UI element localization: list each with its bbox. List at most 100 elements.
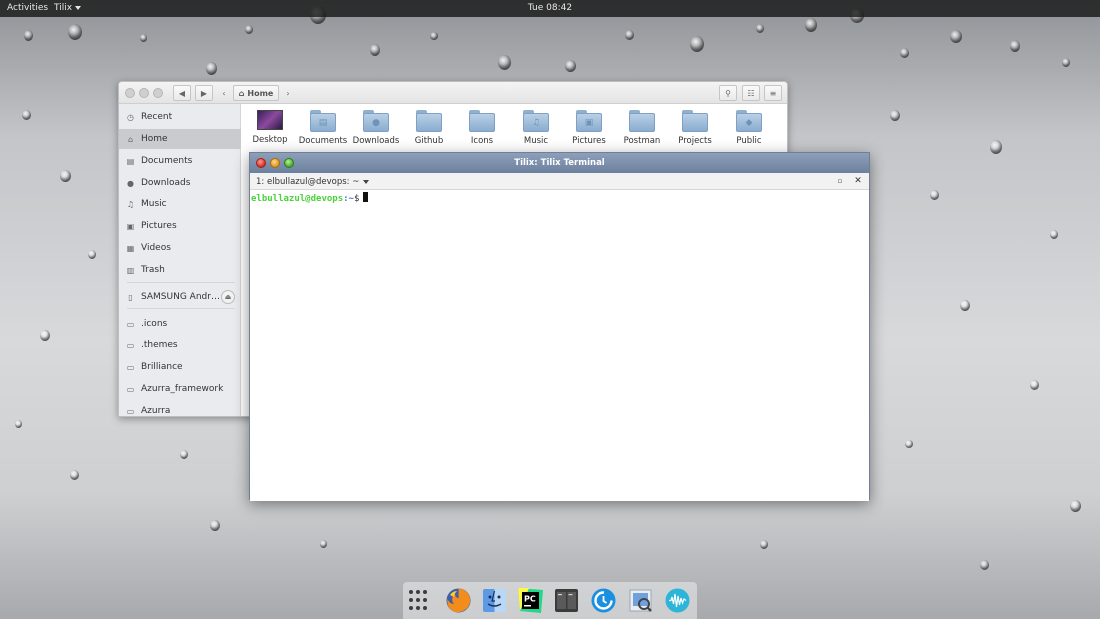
chevron-down-icon <box>75 6 82 10</box>
dock: PC <box>403 582 697 619</box>
path-scroll-right-button[interactable]: › <box>282 85 294 101</box>
window-maximize-button[interactable] <box>284 158 294 168</box>
sidebar-item-label: Music <box>141 199 167 209</box>
window-title: Tilix: Tilix Terminal <box>514 158 605 168</box>
path-scroll-left-button[interactable]: ‹ <box>218 85 230 101</box>
drive-icon: ▭ <box>126 384 135 394</box>
sidebar-item-trash[interactable]: ▥ Trash <box>119 260 241 280</box>
show-applications-button[interactable] <box>408 590 428 610</box>
window-minimize-button[interactable] <box>139 88 149 98</box>
raindrop <box>930 190 939 200</box>
folder-label: Icons <box>470 136 494 146</box>
menu-button[interactable]: ≡ <box>764 85 782 101</box>
window-minimize-button[interactable] <box>270 158 280 168</box>
postman-folder-icon <box>629 110 655 132</box>
dock-finder[interactable] <box>480 586 509 615</box>
terminal-maximize-button[interactable]: ▫ <box>835 176 845 186</box>
trash-icon: ▥ <box>126 265 135 275</box>
eject-icon: ⏏ <box>224 293 232 301</box>
downloads-folder-icon: ● <box>363 110 389 132</box>
search-icon: ⚲ <box>725 88 731 98</box>
sidebar-item-recent[interactable]: ◷ Recent <box>119 107 241 127</box>
raindrop <box>22 110 31 120</box>
document-icon: ▤ <box>126 156 135 166</box>
raindrop <box>206 62 217 75</box>
sidebar-item-label: .themes <box>141 340 178 350</box>
sidebar-item-samsung-device[interactable]: ▯ SAMSUNG Andr… ⏏ <box>119 287 241 307</box>
session-title-menu[interactable]: 1: elbullazul@devops: ~ <box>256 177 370 187</box>
sidebar-item-downloads[interactable]: ● Downloads <box>119 173 241 193</box>
sidebar-item-icons[interactable]: ▭ .icons <box>119 314 241 334</box>
dock-tilix[interactable] <box>552 586 581 615</box>
dock-audio-app[interactable] <box>663 586 692 615</box>
folder-downloads[interactable]: ● Downloads <box>350 110 402 158</box>
sidebar-item-documents[interactable]: ▤ Documents <box>119 151 241 171</box>
back-button[interactable]: ◀ <box>173 85 191 101</box>
sidebar-item-music[interactable]: ♫ Music <box>119 194 241 214</box>
folder-label: Pictures <box>572 136 606 146</box>
forward-button[interactable]: ▶ <box>195 85 213 101</box>
raindrop <box>60 170 71 182</box>
sidebar-item-home[interactable]: ⌂ Home <box>119 129 241 149</box>
raindrop <box>980 560 989 570</box>
dock-pycharm[interactable]: PC <box>516 586 545 615</box>
camera-icon: ▣ <box>126 221 135 231</box>
sidebar-item-label: Recent <box>141 112 173 122</box>
sidebar-divider <box>127 308 235 309</box>
path-bar-home-label: Home <box>247 88 274 98</box>
raindrop <box>890 110 900 121</box>
sidebar-item-pictures[interactable]: ▣ Pictures <box>119 216 241 236</box>
prompt-line: elbullazul@devops:~$ <box>251 192 369 204</box>
folder-label: Public <box>736 136 762 146</box>
folder-music[interactable]: ♫ Music <box>510 110 562 158</box>
raindrop <box>180 450 188 459</box>
search-button[interactable]: ⚲ <box>719 85 737 101</box>
window-close-button[interactable] <box>125 88 135 98</box>
raindrop <box>1050 230 1058 239</box>
dock-timeshift[interactable] <box>589 586 618 615</box>
app-menu-button[interactable]: Tilix <box>54 3 82 13</box>
folder-label: Documents <box>298 136 348 146</box>
dock-preview[interactable] <box>626 586 655 615</box>
terminal-titlebar[interactable]: Tilix: Tilix Terminal <box>250 153 869 173</box>
folder-pictures[interactable]: ▣ Pictures <box>563 110 615 158</box>
sidebar-item-brilliance[interactable]: ▭ Brilliance <box>119 357 241 377</box>
raindrop <box>1030 380 1039 390</box>
home-icon: ⌂ <box>127 134 134 144</box>
tilix-icon <box>555 589 578 612</box>
terminal-output[interactable]: elbullazul@devops:~$ <box>250 190 869 501</box>
folder-desktop[interactable]: Desktop <box>244 110 296 158</box>
eject-button[interactable]: ⏏ <box>221 290 235 304</box>
folder-label: Music <box>523 136 549 146</box>
folder-github[interactable]: Github <box>403 110 455 158</box>
sidebar-item-azurra[interactable]: ▭ Azurra <box>119 401 241 416</box>
sidebar-item-azurra-framework[interactable]: ▭ Azurra_framework <box>119 379 241 399</box>
raindrop <box>430 32 438 40</box>
window-maximize-button[interactable] <box>153 88 163 98</box>
window-close-button[interactable] <box>256 158 266 168</box>
raindrop <box>245 25 253 34</box>
path-bar-home-button[interactable]: ⌂ Home <box>233 85 279 101</box>
folder-label: Downloads <box>352 136 400 146</box>
raindrop <box>498 55 511 70</box>
raindrop <box>950 30 962 43</box>
arrow-right-icon: ▶ <box>200 88 208 98</box>
raindrop <box>1062 58 1070 67</box>
raindrop <box>905 440 913 448</box>
text-cursor <box>363 192 369 202</box>
pictures-folder-icon: ▣ <box>576 110 602 132</box>
clock[interactable]: Tue 08:42 <box>528 3 572 13</box>
folder-documents[interactable]: ▤ Documents <box>297 110 349 158</box>
dock-firefox[interactable] <box>444 586 473 615</box>
sidebar-item-themes[interactable]: ▭ .themes <box>119 335 241 355</box>
folder-icons[interactable]: Icons <box>456 110 508 158</box>
sidebar-item-videos[interactable]: ▦ Videos <box>119 238 241 258</box>
folder-postman[interactable]: Postman <box>616 110 668 158</box>
folder-projects[interactable]: Projects <box>669 110 721 158</box>
terminal-close-button[interactable]: ✕ <box>852 175 864 187</box>
prompt-user: elbullazul@devops <box>251 194 344 204</box>
activities-button[interactable]: Activities <box>7 3 48 13</box>
file-manager-headerbar: ◀ ▶ ‹ ⌂ Home › ⚲ ☷ ≡ <box>119 82 787 104</box>
folder-public[interactable]: ◆ Public <box>723 110 775 158</box>
view-options-button[interactable]: ☷ <box>742 85 760 101</box>
